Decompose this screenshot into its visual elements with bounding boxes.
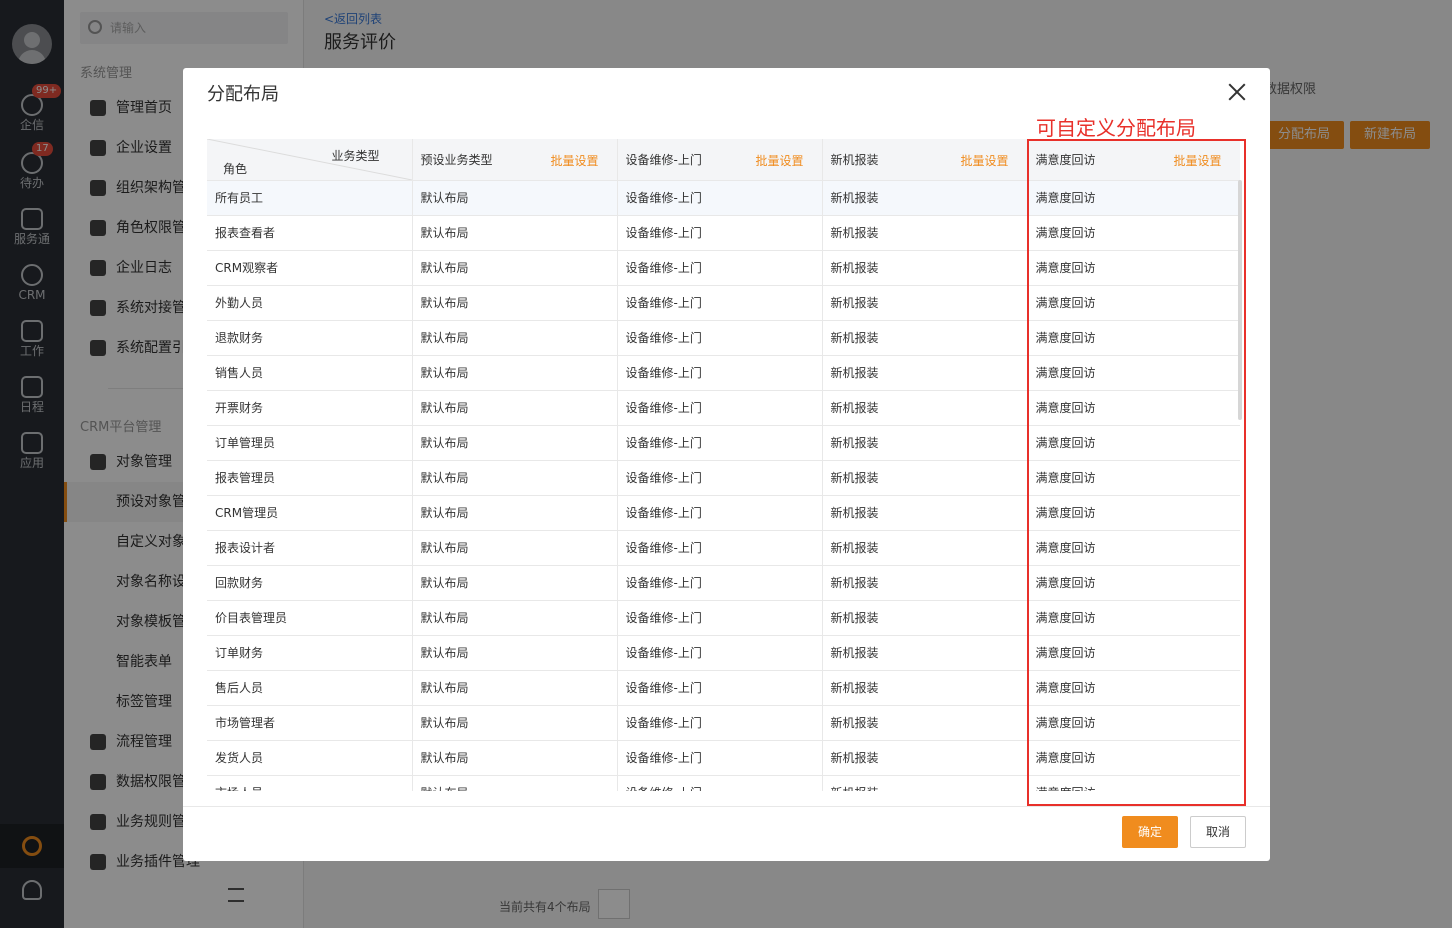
layout-cell[interactable]: 默认布局 [412,775,618,791]
layout-cell[interactable]: 默认布局 [412,495,618,531]
role-cell: 报表查看者 [207,215,413,251]
confirm-button[interactable]: 确定 [1122,816,1178,848]
layout-cell[interactable]: 设备维修-上门 [617,530,823,566]
layout-cell[interactable]: 设备维修-上门 [617,250,823,286]
batch-set-link[interactable]: 批量设置 [755,152,803,169]
layout-cell[interactable]: 新机报装 [822,285,1028,321]
role-cell: 回款财务 [207,565,413,601]
role-cell: 报表设计者 [207,530,413,566]
layout-cell[interactable]: 新机报装 [822,635,1028,671]
role-cell: 报表管理员 [207,460,413,496]
layout-cell[interactable]: 默认布局 [412,215,618,251]
layout-cell[interactable]: 设备维修-上门 [617,670,823,706]
layout-cell[interactable]: 新机报装 [822,180,1028,216]
role-label: 角色 [223,162,248,176]
cancel-button[interactable]: 取消 [1190,816,1246,848]
close-icon[interactable] [1227,82,1247,102]
column-header: 设备维修-上门 批量设置 [617,139,823,181]
role-cell: 所有员工 [207,180,413,216]
layout-cell[interactable]: 默认布局 [412,250,618,286]
role-cell: 订单管理员 [207,425,413,461]
layout-cell[interactable]: 设备维修-上门 [617,600,823,636]
dialog-title: 分配布局 [207,84,279,105]
batch-set-link[interactable]: 批量设置 [960,152,1008,169]
layout-cell[interactable]: 新机报装 [822,425,1028,461]
column-title: 新机报装 [830,152,879,167]
layout-cell[interactable]: 设备维修-上门 [617,635,823,671]
layout-cell[interactable]: 新机报装 [822,740,1028,776]
layout-cell[interactable]: 新机报装 [822,530,1028,566]
role-cell: 外勤人员 [207,285,413,321]
role-cell: 市场管理者 [207,705,413,741]
layout-cell[interactable]: 默认布局 [412,740,618,776]
role-cell: CRM观察者 [207,250,413,286]
layout-cell[interactable]: 默认布局 [412,670,618,706]
role-cell: 开票财务 [207,390,413,426]
batch-set-link[interactable]: 批量设置 [550,152,598,169]
role-cell: 价目表管理员 [207,600,413,636]
column-title: 预设业务类型 [420,152,493,167]
role-cell: 发货人员 [207,740,413,776]
layout-cell[interactable]: 新机报装 [822,250,1028,286]
layout-cell[interactable]: 新机报装 [822,320,1028,356]
layout-cell[interactable]: 设备维修-上门 [617,215,823,251]
role-cell: CRM管理员 [207,495,413,531]
layout-cell[interactable]: 默认布局 [412,320,618,356]
layout-cell[interactable]: 设备维修-上门 [617,495,823,531]
layout-cell[interactable]: 设备维修-上门 [617,565,823,601]
layout-cell[interactable]: 新机报装 [822,705,1028,741]
highlight-box [1027,139,1246,806]
layout-cell[interactable]: 默认布局 [412,705,618,741]
column-header: 预设业务类型 批量设置 [412,139,618,181]
layout-cell[interactable]: 新机报装 [822,390,1028,426]
role-cell: 销售人员 [207,355,413,391]
layout-cell[interactable]: 新机报装 [822,215,1028,251]
layout-cell[interactable]: 设备维修-上门 [617,285,823,321]
column-title: 设备维修-上门 [625,152,702,167]
layout-cell[interactable]: 新机报装 [822,600,1028,636]
layout-cell[interactable]: 默认布局 [412,600,618,636]
role-cell: 订单财务 [207,635,413,671]
layout-cell[interactable]: 默认布局 [412,460,618,496]
layout-cell[interactable]: 设备维修-上门 [617,740,823,776]
business-type-label: 业务类型 [331,149,380,163]
footer-divider [183,806,1270,807]
layout-cell[interactable]: 默认布局 [412,530,618,566]
annotation-text: 可自定义分配布局 [1036,116,1196,140]
layout-cell[interactable]: 新机报装 [822,565,1028,601]
layout-cell[interactable]: 设备维修-上门 [617,320,823,356]
layout-cell[interactable]: 设备维修-上门 [617,180,823,216]
layout-cell[interactable]: 设备维修-上门 [617,425,823,461]
layout-cell[interactable]: 新机报装 [822,460,1028,496]
role-cell: 市场人员 [207,775,413,791]
layout-cell[interactable]: 默认布局 [412,180,618,216]
diagonal-header-cell: 业务类型 角色 [207,139,413,181]
role-cell: 退款财务 [207,320,413,356]
layout-cell[interactable]: 默认布局 [412,425,618,461]
layout-cell[interactable]: 新机报装 [822,775,1028,791]
layout-cell[interactable]: 新机报装 [822,670,1028,706]
layout-cell[interactable]: 设备维修-上门 [617,705,823,741]
layout-cell[interactable]: 设备维修-上门 [617,390,823,426]
layout-cell[interactable]: 设备维修-上门 [617,775,823,791]
role-cell: 售后人员 [207,670,413,706]
layout-cell[interactable]: 新机报装 [822,355,1028,391]
layout-cell[interactable]: 设备维修-上门 [617,355,823,391]
layout-cell[interactable]: 默认布局 [412,285,618,321]
layout-cell[interactable]: 默认布局 [412,635,618,671]
layout-cell[interactable]: 设备维修-上门 [617,460,823,496]
layout-cell[interactable]: 默认布局 [412,355,618,391]
layout-cell[interactable]: 默认布局 [412,565,618,601]
layout-cell[interactable]: 默认布局 [412,390,618,426]
layout-cell[interactable]: 新机报装 [822,495,1028,531]
column-header: 新机报装 批量设置 [822,139,1028,181]
